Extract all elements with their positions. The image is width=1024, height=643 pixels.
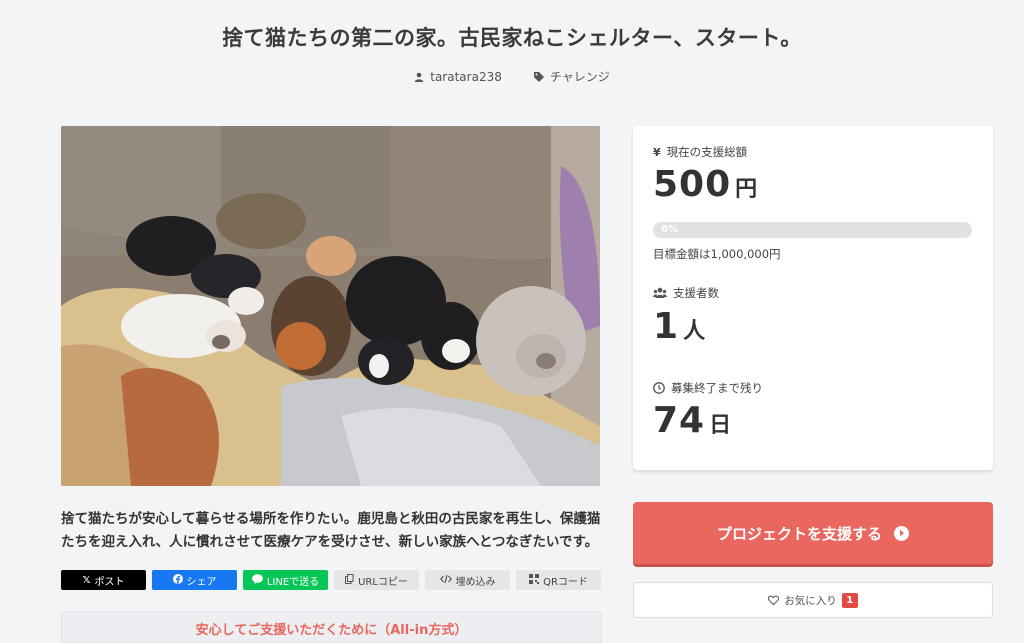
total-amount: 500 円 [653, 164, 757, 205]
total-amount-label-row: ¥ 現在の支援総額 [653, 144, 747, 160]
embed-button[interactable]: 埋め込み [425, 570, 510, 590]
project-title: 捨て猫たちの第二の家。古民家ねこシェルター、スタート。 [222, 26, 802, 50]
supporters-count: 1 人 [653, 306, 705, 347]
embed-label: 埋め込み [455, 576, 496, 588]
code-icon [439, 574, 452, 587]
supporters-count-unit: 人 [683, 319, 706, 344]
copy-url-label: URLコピー [358, 576, 408, 588]
remaining-label-row: 募集終了まで残り [653, 380, 763, 396]
share-buttons: 𝕏 ポスト シェア LINEで送る URLコピー 埋め込み QRコード [61, 570, 601, 590]
total-amount-unit: 円 [735, 177, 758, 202]
remaining-days-unit: 日 [709, 413, 732, 438]
category-link[interactable]: チャレンジ [533, 68, 610, 85]
funding-progress-bar: 0% [653, 222, 972, 238]
supporters-count-value: 1 [653, 306, 680, 347]
supporters-label: 支援者数 [673, 286, 719, 300]
total-amount-label: 現在の支援総額 [666, 145, 748, 159]
qr-code-label: QRコード [543, 576, 588, 588]
supporters-label-row: 支援者数 [653, 285, 719, 301]
favorite-button[interactable]: お気に入り 1 [633, 582, 993, 618]
remaining-label: 募集終了まで残り [671, 381, 763, 395]
project-hero-image [61, 126, 600, 486]
funding-progress-percent: 0% [661, 224, 678, 235]
users-icon [653, 287, 667, 299]
share-facebook-label: シェア [186, 576, 217, 588]
arrow-circle-right-icon [894, 525, 909, 541]
clock-icon [653, 382, 665, 394]
tag-icon [533, 71, 544, 82]
share-x-label: ポスト [94, 576, 125, 588]
heart-icon [768, 595, 780, 606]
support-project-button[interactable]: プロジェクトを支援する [633, 502, 993, 564]
facebook-icon [172, 573, 183, 587]
category-name: チャレンジ [549, 70, 610, 84]
qr-code-button[interactable]: QRコード [516, 570, 601, 590]
favorite-label: お気に入り [784, 594, 837, 607]
funding-stats-card: ¥ 現在の支援総額 500 円 0% 目標金額は1,000,000円 支援者数 … [633, 126, 993, 470]
all-in-notice[interactable]: 安心してご支援いただくために（All-in方式） [61, 611, 602, 643]
remaining-days-value: 74 [653, 400, 706, 441]
author-link[interactable]: taratara238 [414, 68, 502, 85]
goal-amount: 目標金額は1,000,000円 [653, 247, 781, 261]
share-facebook-button[interactable]: シェア [152, 570, 237, 590]
share-line-button[interactable]: LINEで送る [243, 570, 328, 590]
copy-url-button[interactable]: URLコピー [334, 570, 419, 590]
copy-icon [345, 573, 354, 587]
user-icon [414, 72, 424, 82]
share-line-label: LINEで送る [266, 576, 320, 588]
line-icon [251, 573, 263, 587]
favorite-count-badge: 1 [841, 592, 858, 608]
qr-code-icon [529, 573, 540, 587]
project-description: 捨て猫たちが安心して暮らせる場所を作りたい。鹿児島と秋田の古民家を再生し、保護猫… [61, 511, 601, 550]
support-project-label: プロジェクトを支援する [716, 524, 882, 543]
author-name: taratara238 [430, 69, 502, 84]
remaining-days: 74 日 [653, 400, 731, 441]
yen-icon: ¥ [653, 145, 661, 159]
x-icon: 𝕏 [82, 574, 91, 586]
total-amount-value: 500 [653, 164, 732, 205]
share-x-button[interactable]: 𝕏 ポスト [61, 570, 146, 590]
project-meta: taratara238 チャレンジ [0, 68, 1024, 85]
